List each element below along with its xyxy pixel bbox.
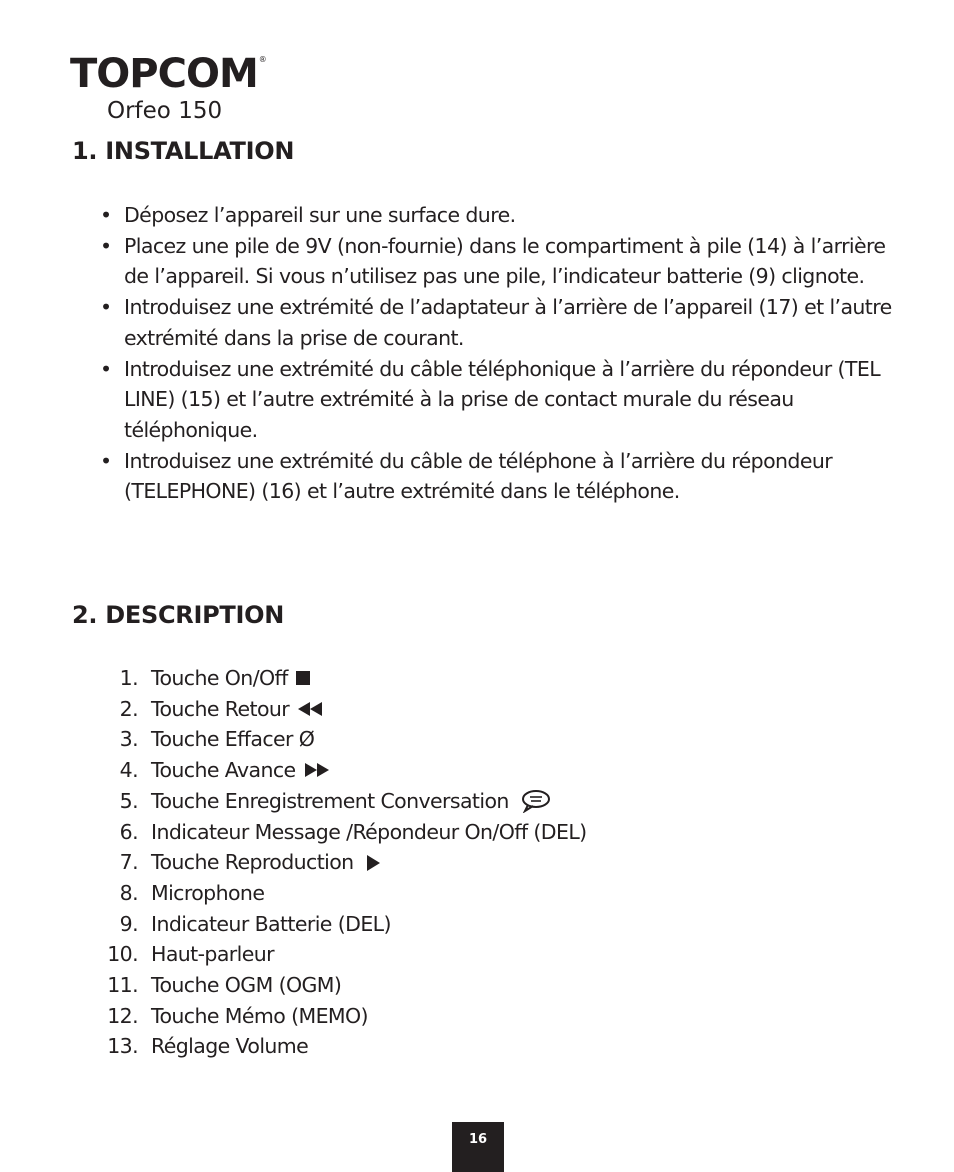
list-item-text: Introduisez une extrémité de l’adaptateu…	[124, 295, 892, 350]
item-label: Touche Effacer Ø	[151, 727, 315, 752]
list-item: 13. Réglage Volume	[96, 1031, 587, 1062]
item-label: Indicateur Message /Répondeur On/Off (DE…	[151, 819, 587, 844]
item-label: Touche On/Off	[151, 666, 288, 690]
list-item: • Déposez l’appareil sur une surface dure…	[100, 200, 900, 231]
item-number: 3.	[119, 727, 139, 752]
list-item: 10. Haut-parleur	[96, 939, 587, 970]
list-item: 5. Touche Enregistrement Conversation	[96, 786, 587, 817]
item-label: Touche Avance	[151, 758, 296, 783]
list-item: • Introduisez une extrémité de l’adaptate…	[100, 292, 900, 353]
list-item: • Introduisez une extrémité du câble télé…	[100, 354, 900, 446]
list-item-text: Introduisez une extrémité du câble télép…	[124, 356, 881, 442]
item-number: 8.	[119, 880, 139, 905]
speech-bubble-icon	[521, 789, 551, 814]
bullet-icon: •	[100, 448, 112, 473]
list-item: 8. Microphone	[96, 878, 587, 909]
page-number-badge: 16	[452, 1122, 504, 1172]
item-label: Microphone	[151, 880, 265, 905]
fast-forward-icon	[304, 763, 330, 778]
section-title-installation: 1. INSTALLATION	[72, 137, 295, 165]
item-number: 2.	[119, 696, 139, 721]
list-item: 3. Touche Effacer Ø	[96, 724, 587, 755]
item-number: 4.	[119, 758, 139, 783]
section-title-description: 2. DESCRIPTION	[72, 601, 284, 629]
bullet-icon: •	[100, 233, 112, 258]
list-item: 1. Touche On/Off	[96, 663, 587, 694]
item-number: 11.	[107, 973, 138, 998]
item-number: 10.	[107, 942, 138, 967]
item-label: Touche Reproduction	[151, 850, 354, 875]
bullet-icon: •	[100, 356, 112, 381]
item-label: Touche Retour	[151, 696, 290, 721]
item-number: 1.	[119, 666, 139, 690]
list-item: 6. Indicateur Message /Répondeur On/Off …	[96, 817, 588, 848]
brand-name: TOPCOM	[70, 51, 259, 97]
registered-mark: ®	[258, 55, 267, 64]
list-item-text: Introduisez une extrémité du câble de té…	[124, 448, 833, 504]
bullet-icon: •	[100, 203, 112, 227]
bullet-icon: •	[100, 295, 112, 320]
item-label: Touche Mémo (MEMO)	[151, 1003, 369, 1028]
stop-icon	[295, 671, 310, 686]
item-label: Indicateur Batterie (DEL)	[151, 911, 391, 936]
list-item: 11. Touche OGM (OGM)	[96, 970, 587, 1001]
rewind-icon	[297, 702, 323, 717]
description-list: 1. Touche On/Off 2. Touche Retour 3. Tou…	[96, 663, 587, 1062]
item-number: 13.	[107, 1034, 138, 1059]
item-number: 6.	[119, 819, 139, 844]
item-label: Réglage Volume	[151, 1034, 309, 1059]
list-item-text: Placez une pile de 9V (non-fournie) dans…	[124, 233, 886, 289]
model-name: Orfeo 150	[107, 98, 223, 124]
installation-list: • Déposez l’appareil sur une surface dure…	[100, 200, 900, 507]
item-label: Touche Enregistrement Conversation	[151, 788, 509, 813]
item-number: 12.	[107, 1003, 138, 1028]
topcom-logo: TOPCOM ®	[70, 50, 267, 94]
item-label: Haut-parleur	[151, 942, 275, 967]
list-item: 4. Touche Avance	[96, 755, 587, 786]
list-item: • Placez une pile de 9V (non-fournie) dan…	[100, 231, 900, 292]
item-label: Touche OGM (OGM)	[151, 973, 342, 998]
play-icon	[366, 854, 380, 871]
item-number: 5.	[119, 788, 139, 813]
list-item: 2. Touche Retour	[96, 694, 587, 725]
item-number: 7.	[119, 850, 139, 875]
list-item: 12. Touche Mémo (MEMO)	[96, 1001, 587, 1032]
list-item-text: Déposez l’appareil sur une surface dure.	[124, 203, 516, 227]
item-number: 9.	[119, 911, 139, 936]
list-item: 7. Touche Reproduction	[96, 847, 587, 878]
list-item: • Introduisez une extrémité du câble de t…	[100, 446, 900, 507]
list-item: 9. Indicateur Batterie (DEL)	[96, 909, 587, 940]
